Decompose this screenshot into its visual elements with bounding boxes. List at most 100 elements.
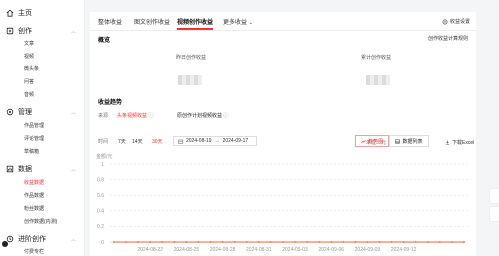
overview-title: 概览	[98, 38, 111, 44]
sidebar-item-paid-column[interactable]: 付费专栏	[24, 248, 44, 255]
yesterday-income-value-redacted	[178, 75, 202, 85]
download-excel-label: 下载Excel	[452, 140, 475, 146]
download-excel-button[interactable]: 下载Excel	[445, 139, 474, 146]
chart-point[interactable]	[245, 241, 248, 243]
manage-icon	[6, 108, 14, 116]
source-original-plan-label: 原创作计划视频收益	[177, 113, 223, 119]
chart-point[interactable]	[366, 241, 369, 243]
chart-point[interactable]	[390, 241, 393, 243]
sidebar-item-income-data[interactable]: 收益数据	[24, 179, 44, 186]
sidebar-item-fans-data[interactable]: 粉丝数据	[24, 205, 44, 212]
chart-point[interactable]	[269, 241, 272, 243]
sidebar-group-manage[interactable]: 管理 ︿	[6, 107, 76, 117]
chart-point[interactable]	[318, 241, 321, 243]
chart-point[interactable]	[233, 241, 236, 243]
chart-point[interactable]	[282, 241, 284, 243]
source-label: 来源	[98, 113, 109, 119]
chart-x-tick-label: 2024-08-31	[246, 247, 272, 253]
chart-point[interactable]	[354, 241, 357, 243]
chart-point[interactable]	[402, 241, 405, 243]
active-tab-indicator	[177, 28, 213, 30]
chart-point[interactable]	[330, 241, 333, 243]
period-30-days[interactable]: 30天	[152, 138, 163, 145]
chart-point[interactable]	[161, 241, 164, 243]
chart-x-tick-label: 2024-08-28	[210, 247, 236, 253]
chart-x-tick-label: 2024-08-22	[137, 247, 163, 253]
nav-home[interactable]: 主页	[6, 7, 32, 19]
source-toutiao-video[interactable]: 头条视频收益 ⓘ	[117, 112, 153, 119]
sidebar-group-advanced[interactable]: 进阶创作 ︿	[6, 234, 76, 244]
feedback-side-button[interactable]	[489, 188, 499, 204]
chart-point[interactable]	[257, 241, 260, 243]
tab-bar: 整体收益 图文创作收益 视频创作收益 更多收益 ⌄ 收益设置	[90, 12, 476, 31]
help-icon: ⓘ	[148, 113, 154, 119]
tab-video-income[interactable]: 视频创作收益	[177, 17, 213, 26]
create-icon	[6, 27, 14, 35]
chevron-up-icon: ︿	[70, 166, 76, 173]
chart-point[interactable]	[137, 241, 140, 243]
period-14-days[interactable]: 14天	[132, 138, 143, 145]
sidebar-group-data[interactable]: 数据 ︿	[6, 164, 76, 174]
sidebar-item-creation-data[interactable]: 创作数据(内测)	[24, 218, 57, 225]
sidebar-item-works-data[interactable]: 作品数据	[24, 192, 44, 199]
trend-chart-button[interactable]: 趋势图	[355, 135, 389, 147]
date-separator: →	[214, 138, 220, 144]
settings-label: 收益设置	[449, 19, 470, 25]
sidebar-group-label: 创作	[18, 28, 32, 35]
chart-x-tick-label: 2024-09-12	[391, 247, 417, 253]
sidebar-group-create[interactable]: 创作 ︿	[6, 26, 76, 36]
sidebar-item-qa[interactable]: 问答	[24, 78, 34, 85]
sidebar-group-label: 进阶创作	[18, 236, 46, 243]
chart-point[interactable]	[463, 241, 465, 243]
sidebar-group-label: 管理	[18, 109, 32, 116]
chart-x-tick-label: 2024-09-09	[355, 247, 381, 253]
chart-point[interactable]	[451, 241, 453, 243]
home-icon	[6, 9, 14, 17]
sidebar-item-video[interactable]: 视频	[24, 53, 34, 60]
chart-x-tick-label: 2024-08-25	[174, 247, 200, 253]
chart-point[interactable]	[426, 241, 429, 243]
chevron-up-icon: ︿	[70, 236, 76, 243]
data-list-button[interactable]: 数据列表	[389, 135, 429, 147]
source-original-plan[interactable]: 原创作计划视频收益 ⓘ	[177, 112, 228, 119]
chart-point[interactable]	[149, 241, 152, 243]
chart-point[interactable]	[185, 241, 188, 243]
data-list-label: 数据列表	[402, 138, 423, 145]
chart-point[interactable]	[342, 241, 345, 243]
sidebar-item-drafts[interactable]: 草稿箱	[24, 148, 39, 155]
sidebar-item-comments[interactable]: 评论管理	[24, 135, 44, 142]
nav-home-label: 主页	[18, 10, 32, 17]
chart-point[interactable]	[113, 241, 115, 243]
sidebar-item-audio[interactable]: 音频	[24, 91, 34, 98]
tab-more-income[interactable]: 更多收益 ⌄	[223, 17, 253, 26]
yesterday-income-label: 昨日创作收益	[176, 55, 207, 61]
period-7-days[interactable]: 7天	[118, 138, 126, 145]
chart-x-tick-label: 2024-09-06	[318, 247, 344, 253]
chart-point[interactable]	[209, 241, 212, 243]
chart-point[interactable]	[414, 241, 417, 243]
chart-point[interactable]	[294, 241, 296, 243]
help-side-button[interactable]	[489, 206, 499, 222]
sidebar-group-label: 数据	[18, 166, 32, 173]
download-icon	[445, 140, 450, 145]
main-panel: 整体收益 图文创作收益 视频创作收益 更多收益 ⌄ 收益设置 概览 创作收益计算…	[90, 12, 476, 256]
chart-point[interactable]	[125, 241, 127, 243]
sidebar-item-works[interactable]: 作品管理	[24, 122, 44, 129]
total-income-label: 累计创作收益	[361, 55, 392, 61]
chart-y-tick-label: 0	[101, 240, 104, 246]
date-range-picker[interactable]: 2024-08-19 → 2024-09-17	[173, 136, 257, 146]
chart-point[interactable]	[173, 241, 176, 243]
chart-point[interactable]	[378, 241, 381, 243]
income-settings-button[interactable]: 收益设置	[442, 18, 470, 25]
status-dot	[2, 241, 8, 247]
chart-y-tick-label: 0.8	[97, 177, 104, 183]
chart-point[interactable]	[221, 241, 224, 243]
sidebar-item-article[interactable]: 文章	[24, 40, 34, 47]
sidebar-item-micro[interactable]: 微头条	[24, 65, 39, 72]
tab-article-income[interactable]: 图文创作收益	[134, 17, 170, 26]
income-rule-link[interactable]: 创作收益计算规则	[428, 35, 468, 42]
chart-point[interactable]	[306, 241, 309, 243]
tab-overall-income[interactable]: 整体收益	[98, 17, 122, 26]
chart-point[interactable]	[197, 241, 200, 243]
chart-point[interactable]	[438, 241, 441, 243]
